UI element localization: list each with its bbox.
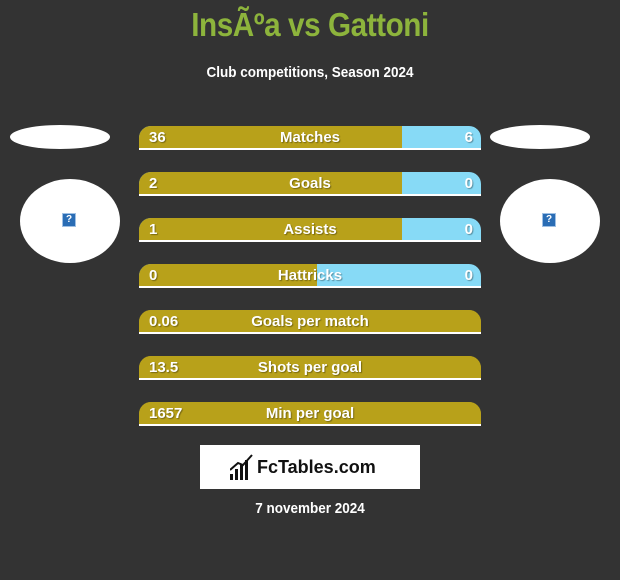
fctables-logo[interactable]: FcTables.com — [200, 445, 420, 489]
stat-label: Goals — [289, 175, 331, 192]
stat-row-goals-per-match: 0.06 Goals per match — [139, 310, 481, 334]
stat-row-min-per-goal: 1657 Min per goal — [139, 402, 481, 426]
right-value: 0 — [464, 221, 473, 238]
stat-row-goals: 2 Goals 0 — [139, 172, 481, 196]
right-value: 0 — [464, 267, 473, 284]
bar-chart-icon — [230, 454, 253, 480]
stat-label: Assists — [283, 221, 337, 238]
left-team-badge — [10, 125, 110, 149]
broken-image-icon: ? — [542, 213, 556, 227]
right-team-badge — [490, 125, 590, 149]
stat-row-matches: 36 Matches 6 — [139, 126, 481, 150]
stat-label: Shots per goal — [257, 359, 363, 376]
stat-row-hattricks: 0 Hattricks 0 — [139, 264, 481, 288]
stat-label: Min per goal — [265, 405, 355, 422]
right-player-photo: ? — [500, 179, 600, 263]
stat-row-assists: 1 Assists 0 — [139, 218, 481, 242]
stat-label: Hattricks — [277, 267, 343, 284]
stat-row-shots-per-goal: 13.5 Shots per goal — [139, 356, 481, 380]
page-subtitle: Club competitions, Season 2024 — [206, 64, 414, 81]
report-date: 7 november 2024 — [255, 500, 365, 517]
logo-text: FcTables.com — [257, 457, 376, 477]
page-title: InsÃºa vs Gattoni — [191, 6, 429, 43]
stat-label: Matches — [279, 129, 341, 146]
stat-label: Goals per match — [251, 313, 369, 330]
right-value: 0 — [464, 175, 473, 192]
left-player-photo: ? — [20, 179, 120, 263]
right-value: 6 — [464, 129, 473, 146]
broken-image-icon: ? — [62, 213, 76, 227]
